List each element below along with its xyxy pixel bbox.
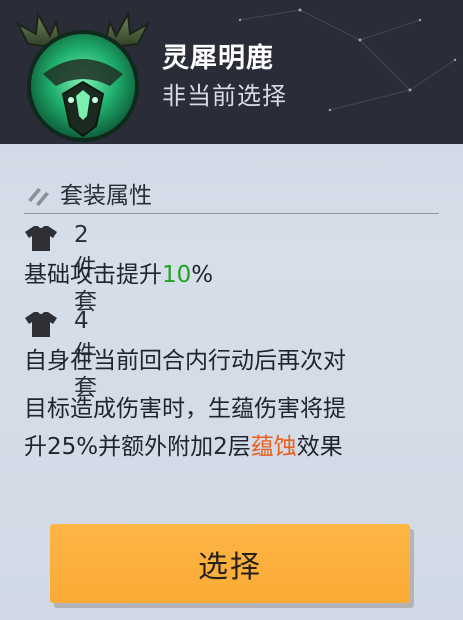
shirt-icon	[25, 226, 57, 251]
keyword-highlight[interactable]: 蕴蚀	[251, 434, 297, 460]
set-card: 灵犀明鹿 非当前选择 套装属性 2件套 基础攻击提升10% 4件套 自身在当前回…	[0, 0, 463, 620]
shirt-icon	[25, 312, 57, 337]
two-piece-desc: 基础攻击提升10%	[24, 262, 214, 288]
four-piece-desc-line2: 目标造成伤害时，生蕴伤害将提	[24, 396, 346, 422]
four-piece-desc-line3: 升25%并额外附加2层蕴蚀效果	[24, 434, 343, 460]
four-piece-desc-line1: 自身在当前回合内行动后再次对	[24, 348, 346, 374]
selection-status: 非当前选择	[162, 82, 287, 110]
set-title: 灵犀明鹿	[162, 43, 274, 74]
double-slash-icon	[28, 188, 49, 206]
select-button-label: 选择	[198, 549, 262, 585]
deer-antler-emblem-icon	[15, 10, 151, 142]
select-button[interactable]: 选择	[50, 524, 410, 603]
set-properties-label: 套装属性	[60, 183, 152, 209]
set-properties-heading: 套装属性	[24, 176, 439, 214]
card-header: 灵犀明鹿 非当前选择	[0, 0, 463, 144]
bonus-value: 10	[162, 262, 192, 288]
